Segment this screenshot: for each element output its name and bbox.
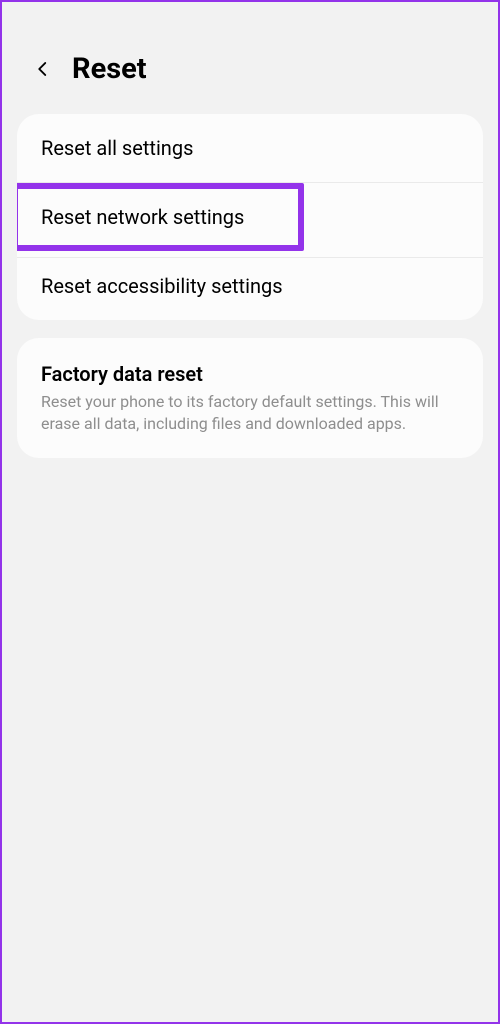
- header: Reset: [2, 2, 498, 114]
- list-item-title: Factory data reset: [41, 362, 459, 386]
- page-title: Reset: [72, 52, 147, 86]
- list-item-reset-accessibility[interactable]: Reset accessibility settings: [17, 252, 483, 320]
- list-item-label: Reset all settings: [41, 136, 193, 160]
- list-item-reset-all[interactable]: Reset all settings: [17, 114, 483, 183]
- list-item-description: Reset your phone to its factory default …: [41, 391, 459, 434]
- list-item-label: Reset accessibility settings: [41, 274, 283, 298]
- list-item-reset-network[interactable]: Reset network settings: [17, 177, 483, 258]
- settings-group-factory: Factory data reset Reset your phone to i…: [17, 338, 483, 458]
- back-icon[interactable]: [32, 58, 54, 80]
- list-item-factory-reset[interactable]: Factory data reset Reset your phone to i…: [17, 338, 483, 458]
- settings-group-reset: Reset all settings Reset network setting…: [17, 114, 483, 320]
- list-item-label: Reset network settings: [41, 205, 244, 229]
